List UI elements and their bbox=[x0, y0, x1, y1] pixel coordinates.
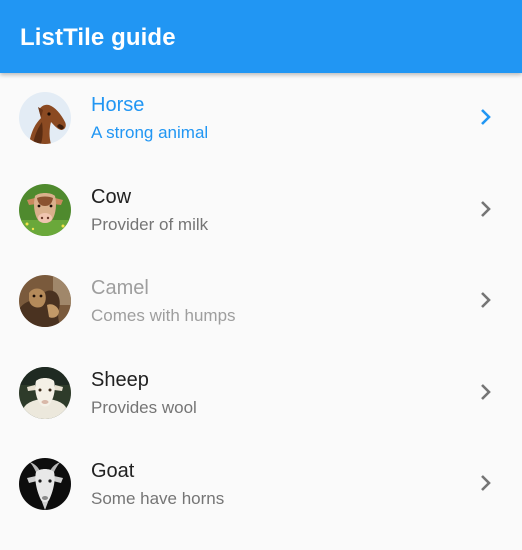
tile-title: Sheep bbox=[91, 368, 149, 391]
list-tile-camel[interactable]: Camel Comes with humps bbox=[0, 256, 522, 348]
app-bar-title: ListTile guide bbox=[20, 24, 176, 51]
tile-subtitle: A strong animal bbox=[91, 123, 209, 142]
chevron-right-icon bbox=[478, 108, 494, 126]
list-tile-sheep[interactable]: Sheep Provides wool bbox=[0, 348, 522, 440]
tile-subtitle: Comes with humps bbox=[91, 306, 236, 325]
list-tile-horse[interactable]: Horse A strong animal bbox=[0, 73, 522, 165]
tile-title: Camel bbox=[91, 277, 149, 299]
animal-list: Horse A strong animal Cow Provider of mi… bbox=[0, 73, 522, 531]
chevron-right-icon bbox=[478, 383, 494, 401]
chevron-right-icon bbox=[478, 200, 494, 218]
chevron-right-icon bbox=[478, 291, 494, 309]
list-tile-goat[interactable]: Goat Some have horns bbox=[0, 439, 522, 531]
tile-subtitle: Provider of milk bbox=[91, 214, 209, 234]
chevron-right-icon bbox=[478, 474, 494, 492]
cow-avatar bbox=[19, 183, 71, 236]
sheep-avatar bbox=[19, 366, 71, 419]
tile-title: Horse bbox=[91, 94, 145, 116]
tile-title: Cow bbox=[91, 185, 132, 208]
tile-title: Goat bbox=[91, 460, 135, 482]
goat-avatar bbox=[19, 458, 71, 510]
tile-subtitle: Provides wool bbox=[91, 397, 197, 417]
list-tile-cow[interactable]: Cow Provider of milk bbox=[0, 165, 522, 257]
camel-avatar bbox=[19, 275, 71, 327]
tile-subtitle: Some have horns bbox=[91, 489, 225, 508]
app-bar: ListTile guide bbox=[0, 0, 522, 73]
horse-avatar bbox=[19, 92, 71, 144]
